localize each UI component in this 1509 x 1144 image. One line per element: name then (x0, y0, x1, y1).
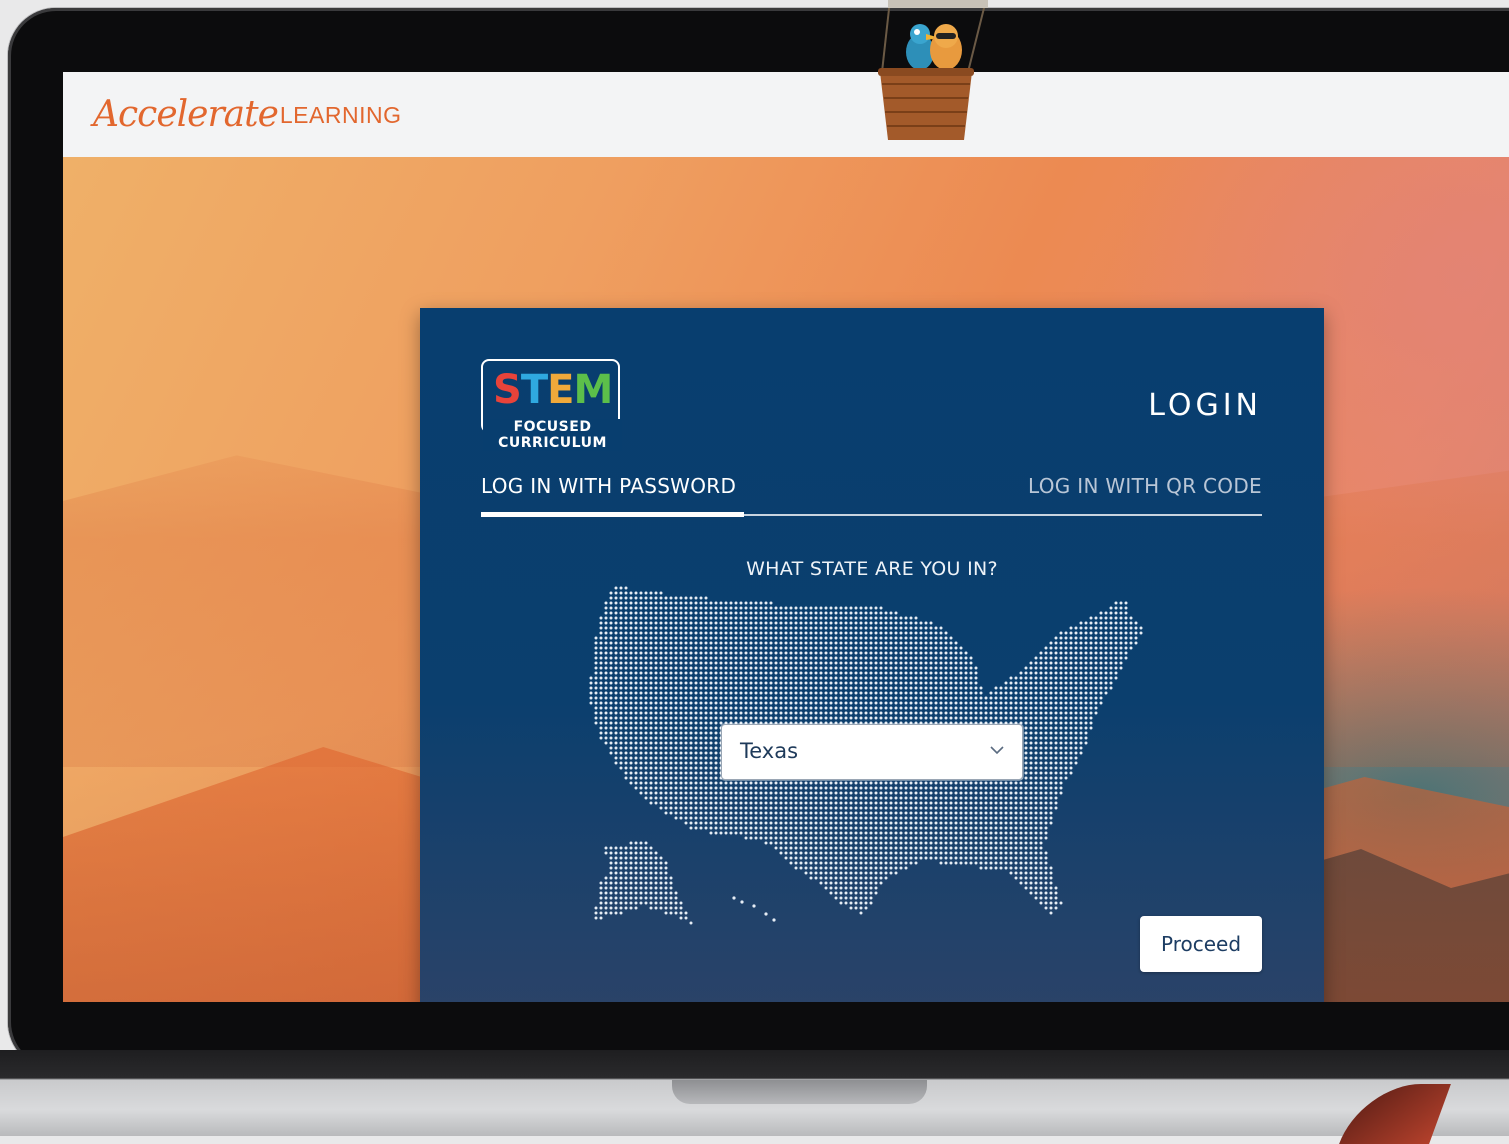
laptop-hinge (672, 1080, 927, 1104)
login-tabs: LOG IN WITH PASSWORD LOG IN WITH QR CODE (481, 474, 1262, 517)
stem-sub-line1: FOCUSED (513, 419, 592, 435)
brand-script: Accelerate (93, 94, 279, 135)
screen: Accelerate LEARNING STEM FOCUSED CURRICU… (63, 72, 1509, 1002)
active-tab-indicator (481, 512, 744, 517)
accelerate-learning-logo[interactable]: Accelerate LEARNING (93, 94, 401, 135)
stem-letter: E (547, 367, 574, 413)
stem-sub-line2: CURRICULUM (498, 435, 607, 451)
login-card: STEM FOCUSED CURRICULUM LOGIN LOG IN WIT… (420, 308, 1324, 1002)
tab-log-in-with-password[interactable]: LOG IN WITH PASSWORD (481, 474, 736, 498)
proceed-button[interactable]: Proceed (1140, 916, 1262, 972)
stem-letter: S (493, 367, 522, 413)
stem-letter: M (573, 367, 613, 413)
chevron-down-icon (990, 746, 1004, 755)
state-question: WHAT STATE ARE YOU IN? (746, 558, 998, 580)
state-select[interactable]: Texas (721, 724, 1023, 780)
stem-subtitle: FOCUSED CURRICULUM (483, 419, 622, 451)
state-select-value: Texas (740, 739, 799, 763)
stem-letter: T (520, 367, 548, 413)
stem-word: STEM (493, 367, 613, 413)
top-bar: Accelerate LEARNING (63, 72, 1509, 157)
login-title: LOGIN (1148, 388, 1262, 423)
hot-air-balloon-mascot-icon (868, 0, 988, 150)
brand-caps: LEARNING (279, 102, 402, 128)
tab-log-in-with-qr-code[interactable]: LOG IN WITH QR CODE (1028, 474, 1262, 498)
stem-logo: STEM FOCUSED CURRICULUM (481, 359, 622, 451)
